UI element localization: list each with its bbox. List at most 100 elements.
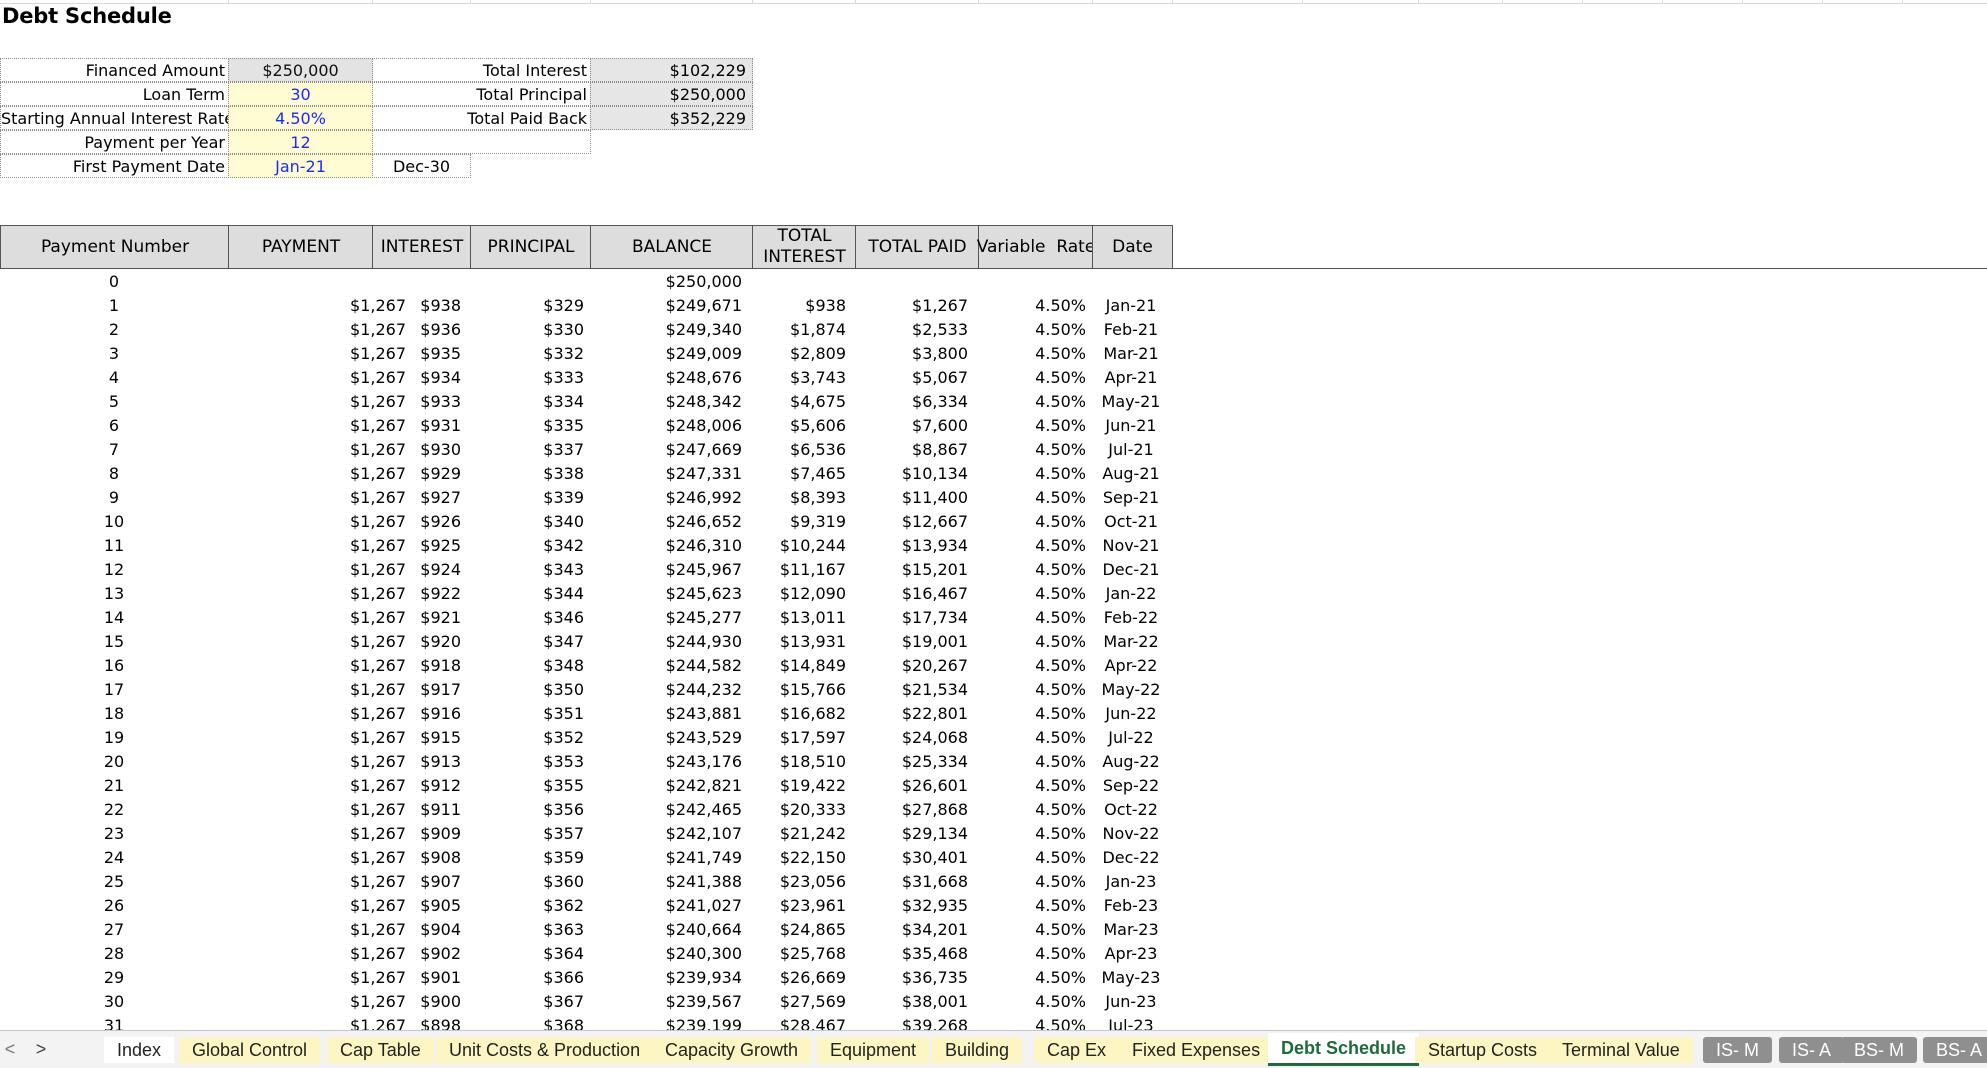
cell-interest[interactable]: $921 <box>372 606 461 630</box>
cell-principal[interactable]: $342 <box>470 534 584 558</box>
table-row[interactable]: 18 $1,267 $916 $351 $243,881 $16,682 $22,801 4.… <box>0 702 1172 726</box>
cell-variable-rate[interactable]: 4.50% <box>978 414 1086 438</box>
tab-startup-costs[interactable]: Startup Costs <box>1415 1037 1551 1063</box>
cell-payment-number[interactable]: 31 <box>0 1014 228 1030</box>
cell-variable-rate[interactable]: 4.50% <box>978 750 1086 774</box>
cell-total-paid[interactable]: $5,067 <box>855 366 968 390</box>
cell-total-interest[interactable]: $938 <box>752 294 846 318</box>
cell-date[interactable]: Jul-23 <box>1092 1014 1170 1030</box>
cell-total-interest[interactable]: $10,244 <box>752 534 846 558</box>
table-row[interactable]: 29 $1,267 $901 $366 $239,934 $26,669 $36,735 4.… <box>0 966 1172 990</box>
cell-total-paid[interactable]: $17,734 <box>855 606 968 630</box>
table-row[interactable]: 24 $1,267 $908 $359 $241,749 $22,150 $30,401 4.… <box>0 846 1172 870</box>
cell-variable-rate[interactable]: 4.50% <box>978 894 1086 918</box>
cell-payment-number[interactable]: 15 <box>0 630 228 654</box>
cell-principal[interactable]: $355 <box>470 774 584 798</box>
tab-cap-ex[interactable]: Cap Ex <box>1034 1037 1120 1063</box>
cell-total-paid[interactable]: $16,467 <box>855 582 968 606</box>
cell-total-interest[interactable]: $24,865 <box>752 918 846 942</box>
empty-cell[interactable] <box>372 130 591 154</box>
cell-balance[interactable]: $245,967 <box>590 558 742 582</box>
cell-payment-number[interactable]: 7 <box>0 438 228 462</box>
cell-principal[interactable]: $357 <box>470 822 584 846</box>
cell-balance[interactable]: $239,934 <box>590 966 742 990</box>
tab-capacity-growth[interactable]: Capacity Growth <box>652 1037 812 1063</box>
cell-payment-number[interactable]: 2 <box>0 318 228 342</box>
cell-interest[interactable]: $902 <box>372 942 461 966</box>
tab-global-control[interactable]: Global Control <box>179 1037 321 1063</box>
table-row[interactable]: 20 $1,267 $913 $353 $243,176 $18,510 $25,334 4.… <box>0 750 1172 774</box>
cell-variable-rate[interactable]: 4.50% <box>978 318 1086 342</box>
cell-interest[interactable]: $934 <box>372 366 461 390</box>
cell-variable-rate[interactable]: 4.50% <box>978 534 1086 558</box>
cell-payment-number[interactable]: 27 <box>0 918 228 942</box>
interest-rate-input[interactable]: 4.50% <box>228 106 373 130</box>
cell-principal[interactable]: $353 <box>470 750 584 774</box>
cell-total-paid[interactable]: $38,001 <box>855 990 968 1014</box>
table-row[interactable]: 7 $1,267 $930 $337 $247,669 $6,536 $8,867 4.50%… <box>0 438 1172 462</box>
cell-total-interest[interactable]: $18,510 <box>752 750 846 774</box>
cell-total-paid[interactable]: $11,400 <box>855 486 968 510</box>
cell-interest[interactable]: $918 <box>372 654 461 678</box>
cell-date[interactable]: Jan-23 <box>1092 870 1170 894</box>
cell-total-interest[interactable]: $13,011 <box>752 606 846 630</box>
cell-variable-rate[interactable]: 4.50% <box>978 510 1086 534</box>
loan-term-input[interactable]: 30 <box>228 82 373 106</box>
table-row[interactable]: 19 $1,267 $915 $352 $243,529 $17,597 $24,068 4.… <box>0 726 1172 750</box>
cell-variable-rate[interactable]: 4.50% <box>978 654 1086 678</box>
header-payment-number[interactable]: Payment Number <box>0 225 229 269</box>
cell-payment-number[interactable]: 14 <box>0 606 228 630</box>
cell-balance[interactable]: $249,671 <box>590 294 742 318</box>
cell-date[interactable]: Aug-22 <box>1092 750 1170 774</box>
cell-balance[interactable]: $246,310 <box>590 534 742 558</box>
cell-balance[interactable]: $249,340 <box>590 318 742 342</box>
table-row[interactable]: 11 $1,267 $925 $342 $246,310 $10,244 $13,934 4.… <box>0 534 1172 558</box>
cell-interest[interactable]: $924 <box>372 558 461 582</box>
cell-date[interactable]: Nov-21 <box>1092 534 1170 558</box>
cell-total-paid[interactable]: $20,267 <box>855 654 968 678</box>
last-payment-date-cell[interactable]: Dec-30 <box>372 154 471 178</box>
cell-variable-rate[interactable]: 4.50% <box>978 582 1086 606</box>
table-row[interactable]: 28 $1,267 $902 $364 $240,300 $25,768 $35,468 4.… <box>0 942 1172 966</box>
table-row[interactable]: 2 $1,267 $936 $330 $249,340 $1,874 $2,533 4.50%… <box>0 318 1172 342</box>
cell-balance[interactable]: $248,676 <box>590 366 742 390</box>
cell-variable-rate[interactable]: 4.50% <box>978 822 1086 846</box>
header-total-interest[interactable]: TOTAL INTEREST <box>752 225 856 269</box>
cell-interest[interactable]: $905 <box>372 894 461 918</box>
tab-bs-m[interactable]: BS- M <box>1841 1037 1918 1063</box>
cell-date[interactable]: Apr-22 <box>1092 654 1170 678</box>
cell-total-paid[interactable]: $32,935 <box>855 894 968 918</box>
cell-payment-number[interactable]: 10 <box>0 510 228 534</box>
cell-balance[interactable]: $239,199 <box>590 1014 742 1030</box>
cell-variable-rate[interactable]: 4.50% <box>978 462 1086 486</box>
cell-total-interest[interactable]: $9,319 <box>752 510 846 534</box>
cell-date[interactable]: Oct-22 <box>1092 798 1170 822</box>
table-row[interactable]: 1 $1,267 $938 $329 $249,671 $938 $1,267 4.50% Ja… <box>0 294 1172 318</box>
cell-interest[interactable]: $907 <box>372 870 461 894</box>
table-row[interactable]: 9 $1,267 $927 $339 $246,992 $8,393 $11,400 4.50… <box>0 486 1172 510</box>
cell-total-interest[interactable]: $28,467 <box>752 1014 846 1030</box>
cell-payment-number[interactable]: 1 <box>0 294 228 318</box>
cell-balance[interactable]: $242,465 <box>590 798 742 822</box>
cell-date[interactable]: Sep-22 <box>1092 774 1170 798</box>
header-interest[interactable]: INTEREST <box>372 225 471 269</box>
cell-interest[interactable]: $904 <box>372 918 461 942</box>
tab-index[interactable]: Index <box>104 1037 175 1063</box>
cell-date[interactable]: Sep-21 <box>1092 486 1170 510</box>
cell-payment-number[interactable]: 22 <box>0 798 228 822</box>
total-interest-cell[interactable]: $102,229 <box>590 58 753 82</box>
cell-interest[interactable]: $909 <box>372 822 461 846</box>
cell-total-interest[interactable]: $20,333 <box>752 798 846 822</box>
cell-balance[interactable]: $243,529 <box>590 726 742 750</box>
cell-payment-number[interactable]: 24 <box>0 846 228 870</box>
cell-principal[interactable]: $339 <box>470 486 584 510</box>
total-paid-back-cell[interactable]: $352,229 <box>590 106 753 130</box>
table-row[interactable]: 23 $1,267 $909 $357 $242,107 $21,242 $29,134 4.… <box>0 822 1172 846</box>
cell-payment-number[interactable]: 28 <box>0 942 228 966</box>
cell-variable-rate[interactable]: 4.50% <box>978 438 1086 462</box>
cell-balance[interactable]: $244,930 <box>590 630 742 654</box>
cell-interest[interactable]: $929 <box>372 462 461 486</box>
cell-total-interest[interactable]: $4,675 <box>752 390 846 414</box>
table-row[interactable]: 27 $1,267 $904 $363 $240,664 $24,865 $34,201 4.… <box>0 918 1172 942</box>
cell-date[interactable]: Apr-23 <box>1092 942 1170 966</box>
